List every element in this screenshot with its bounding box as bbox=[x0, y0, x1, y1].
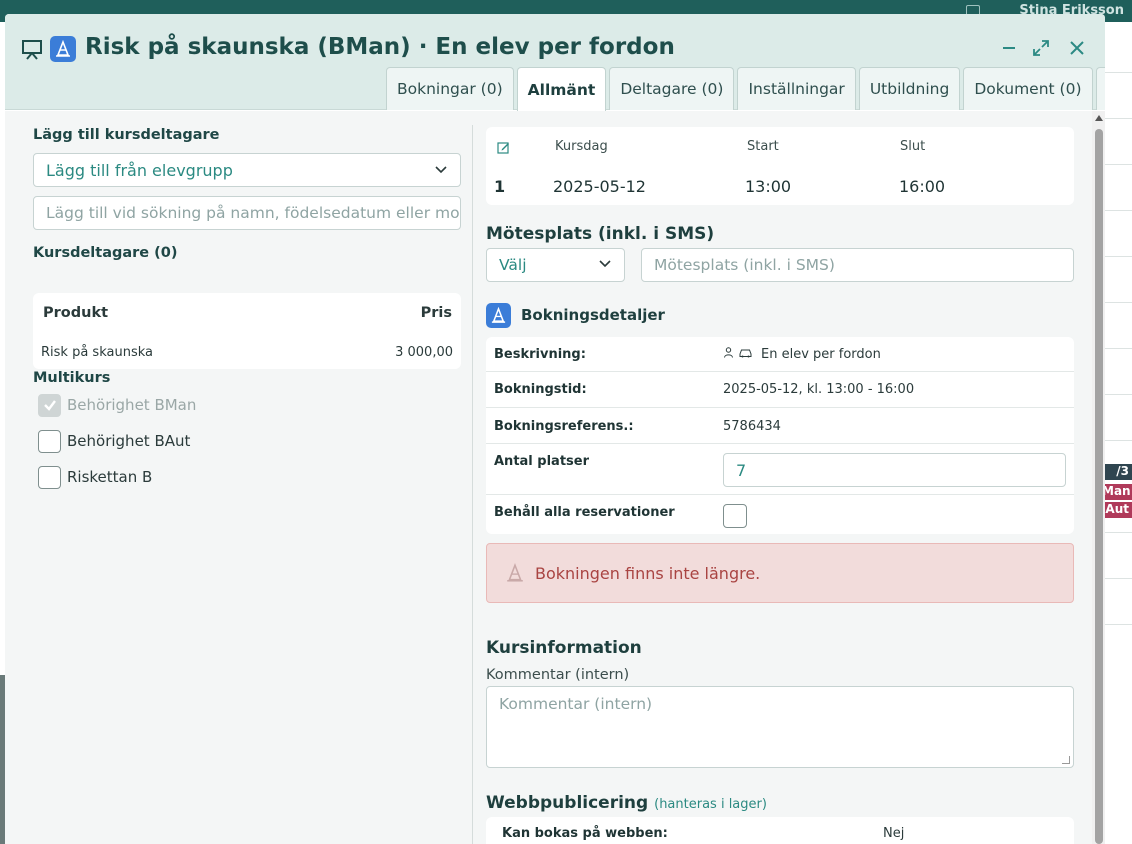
tab-dokument[interactable]: Dokument (0) bbox=[963, 67, 1093, 110]
description-key: Beskrivning: bbox=[494, 347, 586, 362]
detail-row-keep: Behåll alla reservationer bbox=[486, 495, 1074, 534]
detail-row-reference: Bokningsreferens.: 5786434 bbox=[486, 408, 1074, 444]
start-header: Start bbox=[747, 139, 779, 154]
end-time: 16:00 bbox=[899, 177, 946, 196]
detail-row-seats: Antal platser 7 bbox=[486, 444, 1074, 495]
multikurs-label: Multikurs bbox=[33, 370, 111, 386]
chevron-down-icon bbox=[598, 256, 612, 274]
close-icon[interactable] bbox=[1065, 36, 1089, 60]
checkbox-baut[interactable] bbox=[38, 429, 61, 453]
edit-icon[interactable] bbox=[497, 139, 510, 158]
booking-details-label: Bokningsdetaljer bbox=[521, 306, 665, 324]
person-icon bbox=[723, 347, 734, 362]
multikurs-label-baut: Behörighet BAut bbox=[67, 432, 191, 450]
meeting-place-input[interactable]: Mötesplats (inkl. i SMS) bbox=[641, 248, 1074, 282]
chevron-down-icon bbox=[434, 161, 448, 180]
multikurs-item-bman: Behörighet BMan bbox=[38, 393, 196, 417]
web-publishing-label: Webbpublicering bbox=[486, 793, 649, 813]
seats-input[interactable]: 7 bbox=[723, 453, 1066, 487]
scrollbar-thumb[interactable] bbox=[1095, 129, 1103, 844]
keep-reservations-key: Behåll alla reservationer bbox=[494, 505, 675, 520]
tab-deltagare[interactable]: Deltagare (0) bbox=[609, 67, 735, 110]
tab-bokningar[interactable]: Bokningar (0) bbox=[386, 67, 514, 110]
seats-key: Antal platser bbox=[494, 454, 589, 469]
product-table: Produkt Pris Risk på skaunska 3 000,00 bbox=[33, 293, 461, 369]
multikurs-label-riskettan: Riskettan B bbox=[67, 468, 153, 486]
course-info-label: Kursinformation bbox=[486, 638, 642, 658]
end-header: Slut bbox=[900, 139, 926, 154]
comment-textarea[interactable]: Kommentar (intern) bbox=[486, 686, 1074, 768]
meeting-place-label: Mötesplats (inkl. i SMS) bbox=[486, 224, 715, 244]
background-event-count: /3 bbox=[1102, 464, 1132, 480]
detail-row-description: Beskrivning: En elev per fordon bbox=[486, 337, 1074, 372]
multikurs-label-bman: Behörighet BMan bbox=[67, 396, 197, 414]
traffic-cone-icon bbox=[486, 303, 511, 328]
minimize-icon[interactable] bbox=[997, 36, 1021, 60]
modal-title: Risk på skaunska (BMan) · En elev per fo… bbox=[85, 34, 675, 60]
add-participants-label: Lägg till kursdeltagare bbox=[33, 127, 220, 143]
web-bookable-value: Nej bbox=[883, 826, 905, 841]
background-tag-baut: Aut bbox=[1102, 502, 1132, 518]
meeting-place-select-value: Välj bbox=[499, 256, 527, 274]
scrollbar[interactable] bbox=[1092, 111, 1105, 844]
meeting-place-select[interactable]: Välj bbox=[486, 248, 625, 282]
course-modal: Risk på skaunska (BMan) · En elev per fo… bbox=[5, 14, 1105, 844]
participant-search-input[interactable]: Lägg till vid sökning på namn, födelseda… bbox=[33, 196, 461, 230]
schedule-table: Kursdag Start Slut 1 2025-05-12 13:00 16… bbox=[486, 127, 1074, 205]
product-header: Produkt bbox=[43, 305, 109, 321]
modal-header: Risk på skaunska (BMan) · En elev per fo… bbox=[5, 14, 1105, 111]
tab-allmant[interactable]: Allmänt bbox=[516, 67, 607, 111]
kursdag-index: 1 bbox=[494, 177, 506, 196]
student-group-select[interactable]: Lägg till från elevgrupp bbox=[33, 153, 461, 187]
tab-bar: Bokningar (0) Allmänt Deltagare (0) Inst… bbox=[386, 67, 1105, 111]
detail-row-time: Bokningstid: 2025-05-12, kl. 13:00 - 16:… bbox=[486, 372, 1074, 408]
comment-label: Kommentar (intern) bbox=[486, 667, 630, 683]
tab-history[interactable] bbox=[1095, 67, 1105, 110]
tab-installningar[interactable]: Inställningar bbox=[737, 67, 856, 110]
kursdag-header: Kursdag bbox=[555, 139, 608, 154]
web-publishing-hint[interactable]: (hanteras i lager) bbox=[654, 797, 767, 812]
product-cell: Risk på skaunska bbox=[41, 345, 153, 360]
presentation-icon bbox=[21, 38, 43, 60]
booking-ref-key: Bokningsreferens.: bbox=[494, 419, 634, 434]
web-publishing-heading: Webbpublicering (hanteras i lager) bbox=[486, 793, 767, 813]
booking-ref-value: 5786434 bbox=[723, 419, 781, 434]
modal-body: Lägg till kursdeltagare Lägg till från e… bbox=[5, 111, 1105, 844]
car-icon bbox=[739, 347, 752, 362]
price-header: Pris bbox=[420, 305, 452, 321]
multikurs-item-baut[interactable]: Behörighet BAut bbox=[38, 429, 190, 453]
checkbox-bman bbox=[38, 393, 61, 417]
scroll-up-arrow-icon[interactable] bbox=[1095, 115, 1103, 121]
keep-reservations-checkbox[interactable] bbox=[723, 504, 747, 528]
background-calendar bbox=[1105, 22, 1132, 844]
multikurs-item-riskettan[interactable]: Riskettan B bbox=[38, 465, 152, 489]
web-publishing-table: Kan bokas på webben: Nej bbox=[486, 817, 1074, 844]
column-divider bbox=[472, 125, 473, 844]
booking-time-value: 2025-05-12, kl. 13:00 - 16:00 bbox=[723, 382, 915, 397]
traffic-cone-icon bbox=[50, 36, 76, 62]
start-time: 13:00 bbox=[745, 177, 792, 196]
comment-placeholder: Kommentar (intern) bbox=[499, 695, 653, 713]
booking-details-table: Beskrivning: En elev per fordon Boknings… bbox=[486, 337, 1074, 534]
expand-icon[interactable] bbox=[1029, 36, 1053, 60]
participants-label: Kursdeltagare (0) bbox=[33, 245, 178, 261]
checkbox-riskettan[interactable] bbox=[38, 465, 61, 489]
kursdag-date: 2025-05-12 bbox=[553, 177, 646, 196]
booking-missing-alert: Bokningen finns inte längre. bbox=[486, 543, 1074, 603]
description-value-wrap: En elev per fordon bbox=[723, 347, 881, 362]
alert-text: Bokningen finns inte längre. bbox=[535, 563, 761, 583]
student-group-select-value: Lägg till från elevgrupp bbox=[46, 160, 233, 180]
background-tag-bman: Man bbox=[1102, 484, 1132, 500]
booking-time-key: Bokningstid: bbox=[494, 382, 587, 397]
description-value: En elev per fordon bbox=[761, 347, 881, 362]
resize-handle-icon[interactable] bbox=[1062, 756, 1070, 764]
web-bookable-key: Kan bokas på webben: bbox=[502, 826, 668, 841]
price-cell: 3 000,00 bbox=[395, 345, 453, 360]
tab-utbildning[interactable]: Utbildning bbox=[858, 67, 961, 110]
traffic-cone-icon bbox=[505, 563, 525, 583]
